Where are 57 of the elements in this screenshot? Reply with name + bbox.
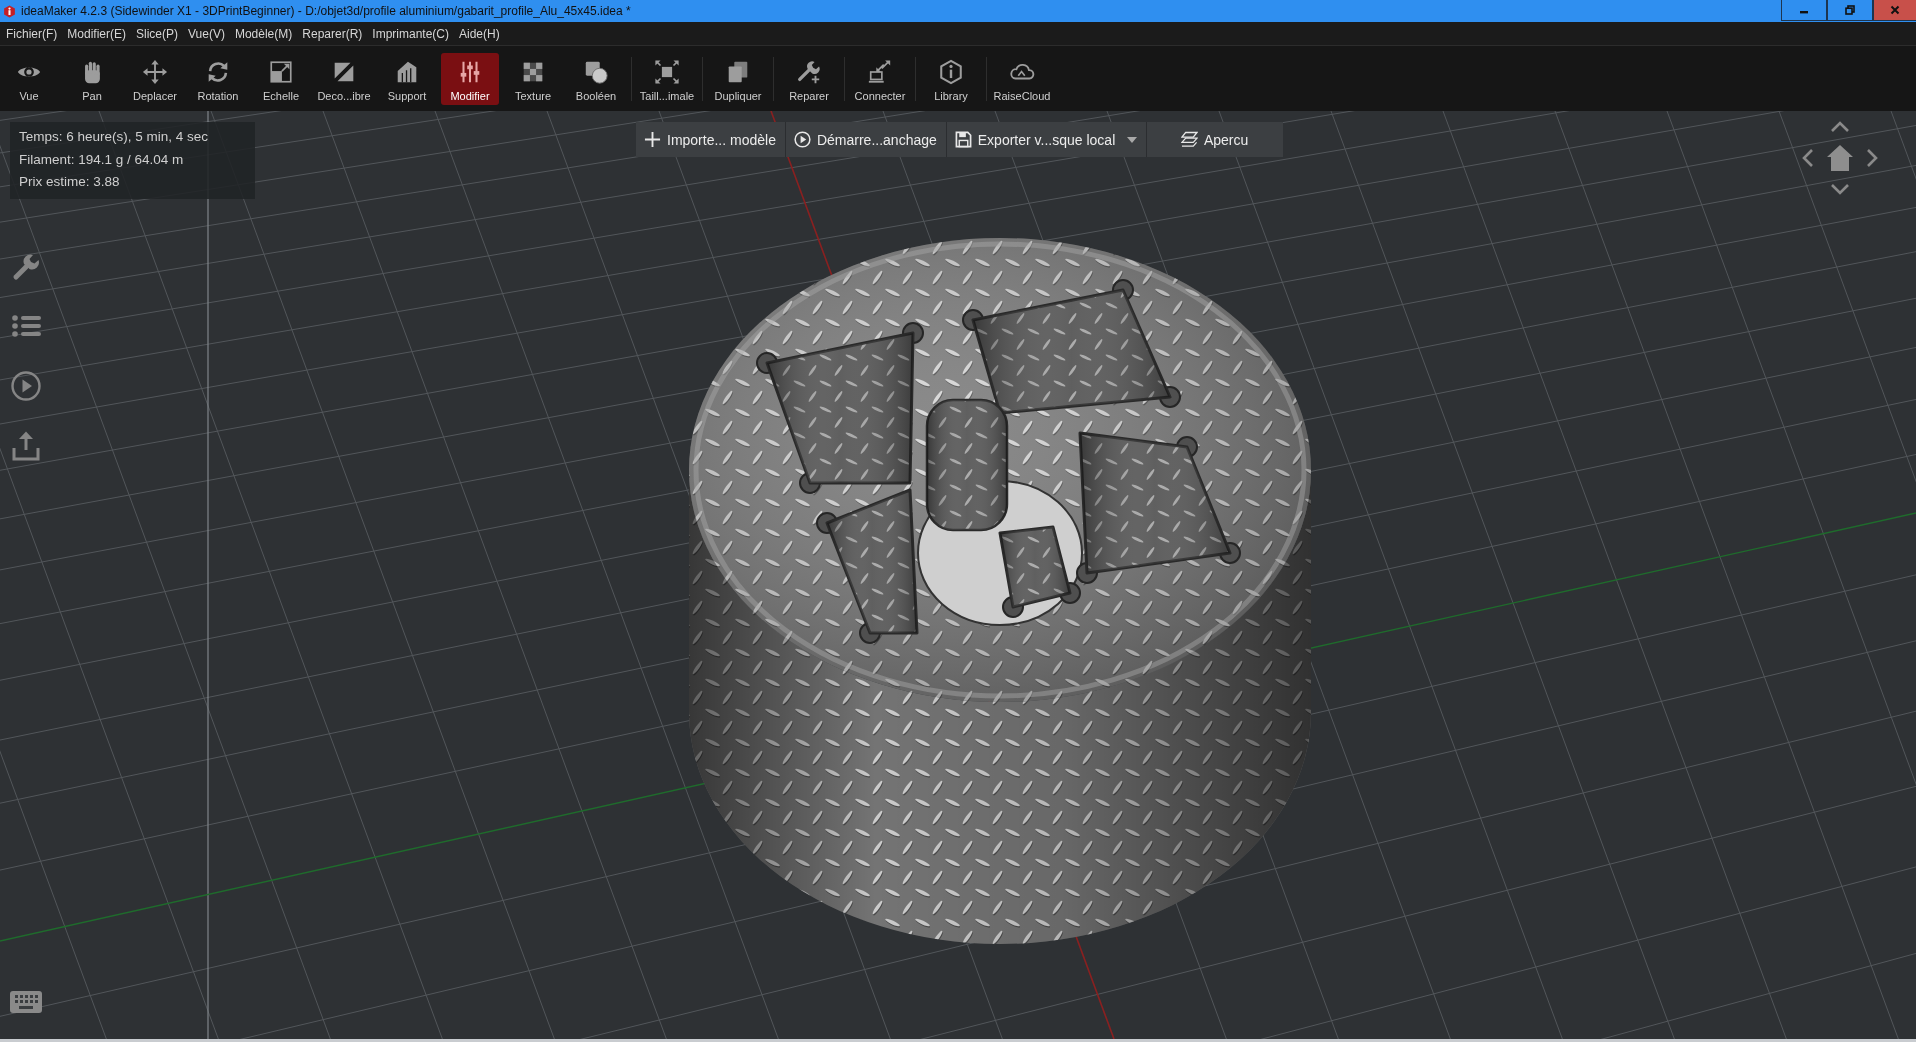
toolbar-button[interactable]: Deplacer	[126, 52, 184, 105]
menu-item[interactable]: Slice(P)	[136, 26, 179, 41]
expand-arrows-icon	[654, 58, 680, 85]
chevron-left-icon[interactable]	[1802, 148, 1814, 168]
wrench-icon[interactable]	[11, 251, 41, 281]
menu-item[interactable]: Fichier(F)	[6, 26, 58, 41]
stats-text: Prix estime: 3.88	[19, 173, 121, 191]
close-button[interactable]	[1873, 0, 1916, 21]
action-button[interactable]: Importe... modèle	[636, 122, 785, 157]
toolbar-button[interactable]: Modifier	[441, 52, 499, 105]
stats-text: Temps: 6 heure(s), 5 min, 4 sec	[19, 128, 210, 146]
menu-item[interactable]: Modifier(E)	[67, 26, 126, 41]
toolbar-button[interactable]: RaiseCloud	[993, 52, 1051, 105]
menu-item[interactable]: Imprimante(C)	[372, 26, 449, 41]
close-icon	[1890, 5, 1900, 15]
toolbar-button[interactable]: Taill...imale	[638, 52, 696, 105]
minimize-button[interactable]	[1781, 0, 1827, 21]
toolbar-button[interactable]: Rotation	[189, 52, 247, 105]
toolbar-button[interactable]: Echelle	[252, 52, 310, 105]
save-icon	[954, 131, 972, 148]
chevron-up-icon[interactable]	[1830, 121, 1850, 133]
stats-text: Filament: 194.1 g / 64.04 m	[19, 150, 185, 169]
plus-icon	[644, 131, 661, 148]
restore-icon	[1845, 5, 1855, 15]
info-hexagon-icon	[938, 58, 964, 85]
chevron-right-icon[interactable]	[1866, 148, 1878, 168]
scale-icon	[268, 58, 294, 85]
toolbar-button[interactable]: Texture	[504, 52, 562, 105]
action-button[interactable]: Démarre...anchage	[784, 122, 946, 157]
restore-button[interactable]	[1827, 0, 1873, 21]
action-button[interactable]: Exporter v...sque local	[945, 122, 1147, 157]
toolbar-button[interactable]: Reparer	[780, 52, 838, 105]
action-button[interactable]: Apercu	[1146, 122, 1283, 157]
play-circle-icon	[793, 131, 811, 148]
play-circle-icon[interactable]	[11, 371, 41, 401]
keyboard-icon[interactable]	[10, 991, 42, 1013]
wrench-plus-icon	[796, 58, 822, 85]
move-arrows-icon	[142, 58, 168, 85]
layers-icon	[1180, 131, 1198, 148]
toolbar-button[interactable]: Library	[922, 52, 980, 105]
upload-icon[interactable]	[11, 431, 41, 461]
toolbar-button[interactable]: Booléen	[567, 52, 625, 105]
app-logo-icon	[3, 4, 16, 18]
menu-item[interactable]: Aide(H)	[459, 26, 500, 41]
chevron-down-icon[interactable]	[1830, 183, 1850, 195]
toolbar-button[interactable]: Support	[378, 52, 436, 105]
toolbar-button[interactable]: Pan	[63, 52, 121, 105]
menu-item[interactable]: Reparer(R)	[302, 26, 363, 41]
window-title: ideaMaker 4.2.3 (Sidewinder X1 - 3DPrintBeginner) - D:/objet3d/profile aluminium/gabarit_profile_Alu_45x45.idea *	[21, 4, 631, 18]
menu-item[interactable]: Modèle(M)	[234, 26, 293, 41]
toolbar-button[interactable]: Deco...ibre	[315, 52, 373, 105]
toolbar-button[interactable]: Connecter	[851, 52, 909, 105]
toolbar-button[interactable]: Vue	[0, 52, 58, 105]
home-icon[interactable]	[1826, 144, 1854, 172]
menu-item[interactable]: Vue(V)	[188, 26, 225, 41]
laptop-arrows-icon	[867, 58, 893, 85]
toolbar-button[interactable]: Dupliquer	[709, 52, 767, 105]
